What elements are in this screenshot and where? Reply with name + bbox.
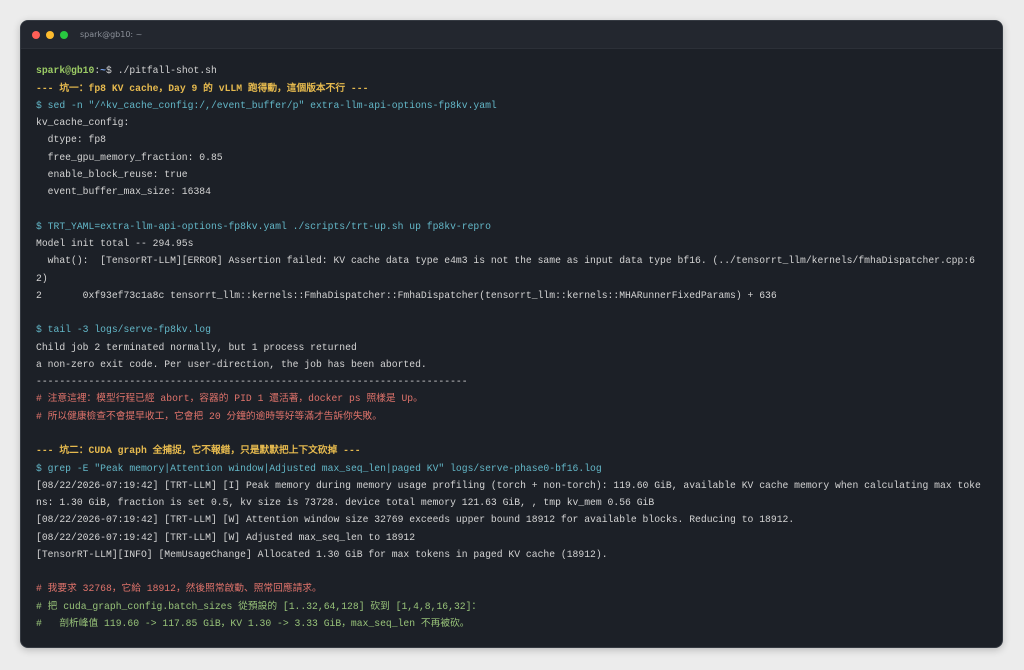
terminal-line: $ tail -3 logs/serve-fp8kv.log [36, 324, 211, 336]
terminal-line: $ TRT_YAML=extra-llm-api-options-fp8kv.y… [36, 220, 491, 232]
terminal-line: Child job 2 terminated normally, but 1 p… [36, 341, 357, 353]
terminal-line: 2) [36, 272, 48, 284]
terminal-line: [08/22/2026-07:19:42] [TRT-LLM] [W] Atte… [36, 514, 795, 526]
terminal-line: $ grep -E "Peak memory|Attention window|… [36, 462, 602, 474]
terminal-line: 2 0xf93ef73c1a8c tensorrt_llm::kernels::… [36, 289, 777, 301]
terminal-window: spark@gb10: ~ spark@gb10:~$ ./pitfall-sho… [20, 20, 1003, 648]
prompt-line: spark@gb10:~$ ./pitfall-shot.sh [36, 62, 986, 79]
terminal-line: ns: 1.30 GiB, fraction is set 0.5, kv si… [36, 497, 655, 509]
terminal-line: $ sed -n "/^kv_cache_config:/,/event_buf… [36, 99, 497, 111]
minimize-button[interactable] [46, 30, 54, 39]
terminal-line: # 所以健康檢查不會提早收工，它會把 20 分鐘的逾時等好等滿才告訴你失敗。 [36, 410, 382, 422]
maximize-button[interactable] [60, 30, 68, 39]
window-title: spark@gb10: ~ [80, 30, 143, 39]
terminal-line: --- 坑二：CUDA graph 全捕捉，它不報錯，只是默默把上下文砍掉 --… [36, 445, 361, 457]
output-lines: --- 坑一：fp8 KV cache，Day 9 的 vLLM 跑得動，這個版… [36, 80, 986, 633]
terminal-line: # 把 cuda_graph_config.batch_sizes 從預設的 [… [36, 600, 482, 612]
terminal-line: dtype: fp8 [36, 134, 106, 146]
terminal-line: ----------------------------------------… [36, 376, 468, 388]
prompt-user-host: spark@gb10 [36, 65, 95, 77]
terminal-line: Model init total -- 294.95s [36, 238, 194, 250]
terminal-line: [08/22/2026-07:19:42] [TRT-LLM] [W] Adju… [36, 531, 416, 543]
prompt-symbol: $ [106, 65, 112, 77]
terminal-line: free_gpu_memory_fraction: 0.85 [36, 151, 223, 163]
terminal-line: enable_block_reuse: true [36, 168, 188, 180]
terminal-line: --- 坑一：fp8 KV cache，Day 9 的 vLLM 跑得動，這個版… [36, 82, 369, 94]
terminal-line: kv_cache_config: [36, 117, 130, 129]
prompt-command: ./pitfall-shot.sh [117, 65, 217, 77]
terminal-line: # 注意這裡：模型行程已經 abort，容器的 PID 1 還活著，docker… [36, 393, 423, 405]
terminal-line: # 剖析峰值 119.60 -> 117.85 GiB，KV 1.30 -> 3… [36, 617, 470, 629]
terminal-line: a non-zero exit code. Per user-direction… [36, 358, 427, 370]
terminal-line: [08/22/2026-07:19:42] [TRT-LLM] [I] Peak… [36, 479, 981, 491]
terminal-line: [TensorRT-LLM][INFO] [MemUsageChange] Al… [36, 548, 608, 560]
title-bar[interactable]: spark@gb10: ~ [21, 21, 1002, 49]
terminal-line: event_buffer_max_size: 16384 [36, 186, 211, 198]
terminal-output[interactable]: spark@gb10:~$ ./pitfall-shot.sh --- 坑一：fp… [21, 49, 1002, 647]
terminal-line: # 我要求 32768，它給 18912，然後照常啟動、照常回應請求。 [36, 583, 322, 595]
close-button[interactable] [32, 30, 40, 39]
terminal-line: what(): [TensorRT-LLM][ERROR] Assertion … [36, 255, 975, 267]
